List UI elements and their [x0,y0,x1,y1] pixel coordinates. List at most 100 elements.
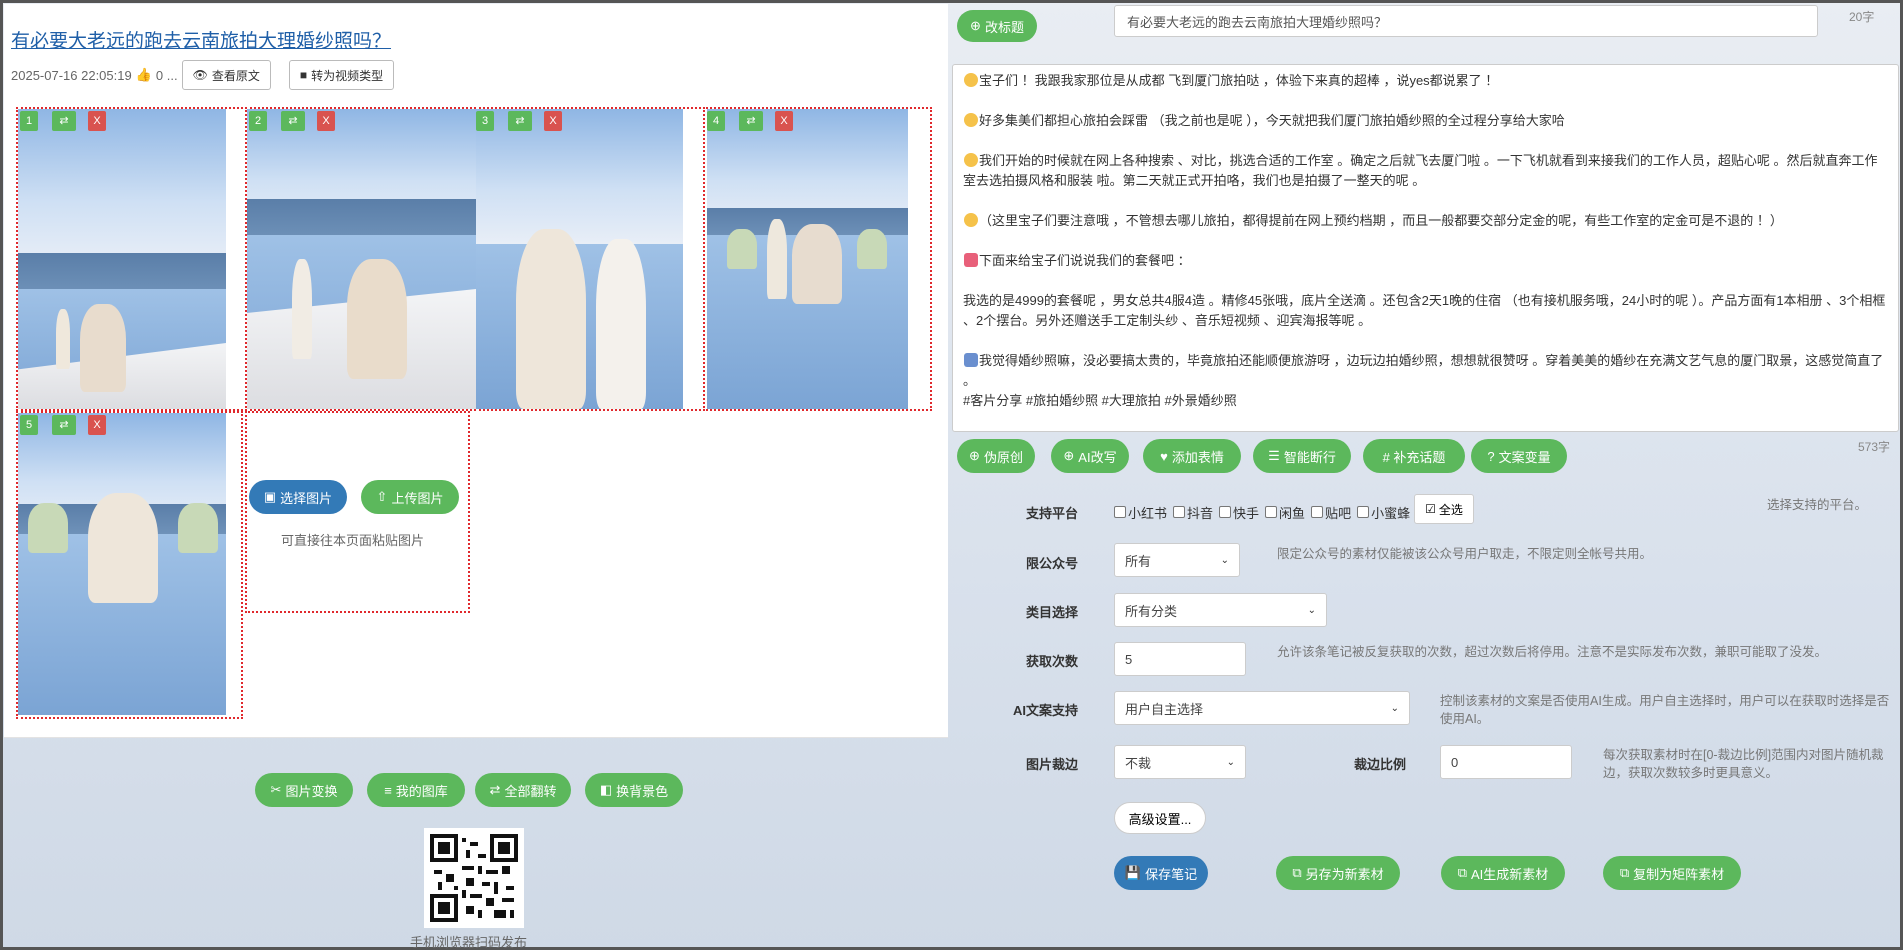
image-slot-3: 3 ⇄ X [474,107,705,411]
select-all-button[interactable]: ☑ 全选 [1414,494,1474,524]
list-icon: ☰ [1268,448,1280,463]
smart-linebreak-button[interactable]: ☰ 智能断行 [1253,439,1351,473]
content-paragraph: 我们开始的时候就在网上各种搜索 、对比，挑选合适的工作室 。确定之后就飞去厦门啦… [963,153,1878,188]
view-original-button[interactable]: 👁 查看原文 [181,60,271,90]
save-note-button[interactable]: 💾 保存笔记 [1114,856,1208,890]
my-gallery-button[interactable]: ≡ 我的图库 [367,773,465,807]
swap-image-button[interactable]: ⇄ [508,111,532,131]
note-title-link[interactable]: 有必要大老远的跑去云南旅拍大理婚纱照吗？ [11,26,391,53]
database-icon: ≡ [384,782,392,798]
category-label: 类目选择 [1026,605,1079,620]
image-slot-5: 5 ⇄ X [16,411,243,719]
crop-select[interactable]: 不裁 ⌄ [1114,745,1246,779]
image-number-badge: 2 [249,111,267,131]
wedding-photo-4 [707,109,908,409]
rename-title-button[interactable]: ⊕ 改标题 [957,10,1037,42]
content-textarea[interactable]: 宝子们 ！我跟我家那位是从成都 飞到厦门旅拍哒 ，体验下来真的超棒 ，说yes都… [952,64,1899,432]
swap-icon: ⇄ [489,782,501,797]
platform-description: 选择支持的平台。 [1767,498,1868,512]
crop-ratio-label: 裁边比例 [1354,757,1407,772]
delete-image-button[interactable]: X [775,111,793,131]
ai-generate-new-button[interactable]: ⧉ AI生成新素材 [1441,856,1565,890]
ai-copy-description: 控制该素材的文案是否使用AI生成。用户自主选择时，用户可以在获取时选择是否使用A… [1440,694,1890,726]
emoji-icon [964,253,978,267]
checkbox-icon: ☑ [1425,502,1436,516]
heart-icon: ♥ [1160,448,1168,464]
pseudo-original-button[interactable]: ⊕ 伪原创 [957,439,1035,473]
chevron-down-icon: ⌄ [1220,554,1229,566]
change-background-button[interactable]: ◧ 换背景色 [585,773,683,807]
image-number-badge: 5 [20,415,38,435]
content-paragraph: 我选的是4999的套餐呢 ，男女总共4服4造 。精修45张哦，底片全送滴 。还包… [963,293,1886,328]
fetch-count-input[interactable]: 5 [1114,642,1246,676]
delete-image-button[interactable]: X [88,415,106,435]
emoji-icon [964,213,978,227]
swap-image-button[interactable]: ⇄ [739,111,763,131]
image-transform-button[interactable]: ✂ 图片变换 [255,773,353,807]
flip-all-button[interactable]: ⇄ 全部翻转 [475,773,571,807]
save-as-new-button[interactable]: ⧉ 另存为新素材 [1276,856,1400,890]
emoji-icon [964,73,978,87]
delete-image-button[interactable]: X [317,111,335,131]
copy-icon: ⧉ [1457,865,1467,880]
question-icon: ? [1487,448,1495,464]
content-paragraph: （这里宝子们要注意哦 ，不管想去哪儿旅拍，都得提前在网上预约档期 ，而且一般都要… [963,211,1888,231]
thumbs-up-icon: 👍 [135,67,152,82]
image-slot-2: 2 ⇄ X [245,107,476,411]
fetch-count-label: 获取次数 [1026,654,1079,669]
save-icon: 💾 [1124,865,1142,880]
copy-icon: ⧉ [1619,865,1630,880]
platform-checkbox[interactable]: 小蜜蜂 [1357,503,1410,522]
category-select[interactable]: 所有分类 ⌄ [1114,593,1327,627]
ai-copy-label: AI文案支持 [1013,703,1079,718]
copy-as-matrix-button[interactable]: ⧉ 复制为矩阵素材 [1603,856,1741,890]
title-input[interactable] [1114,5,1818,37]
platform-checkbox[interactable]: 贴吧 [1311,503,1351,522]
paste-hint: 可直接往本页面粘贴图片 [281,533,425,548]
video-icon: ■ [299,68,308,82]
plus-circle-icon: ⊕ [970,18,981,33]
note-meta-row: 2025-07-16 22:05:19 👍 0 ... 👁 查看原文 ■ 转为视… [11,60,395,90]
delete-image-button[interactable]: X [544,111,562,131]
account-description: 限定公众号的素材仅能被该公众号用户取走，不限定则全帐号共用。 [1277,547,1653,561]
palette-icon: ◧ [599,782,613,797]
image-slot-1: 1 ⇄ X [16,107,243,411]
copy-variables-button[interactable]: ? 文案变量 [1471,439,1567,473]
ai-rewrite-button[interactable]: ⊕ AI改写 [1051,439,1129,473]
platform-checkbox[interactable]: 闲鱼 [1265,503,1305,522]
content-paragraph: 宝子们 ！我跟我家那位是从成都 飞到厦门旅拍哒 ，体验下来真的超棒 ，说yes都… [963,71,1888,91]
add-emoji-button[interactable]: ♥ 添加表情 [1143,439,1241,473]
image-icon: ▣ [263,489,277,504]
to-video-button[interactable]: ■ 转为视频类型 [288,60,395,90]
swap-image-button[interactable]: ⇄ [281,111,305,131]
qr-code [424,828,524,928]
up-circle-icon: ⊕ [1063,448,1075,463]
advanced-settings-button[interactable]: 高级设置... [1114,802,1206,834]
upload-image-button[interactable]: ⇧ 上传图片 [361,480,459,514]
add-topic-button[interactable]: # 补充话题 [1363,439,1465,473]
note-datetime: 2025-07-16 22:05:19 [11,67,132,83]
crop-ratio-input[interactable]: 0 [1440,745,1572,779]
emoji-icon [964,153,978,167]
chevron-down-icon: ⌄ [1307,604,1316,616]
qr-caption: 手机浏览器扫码发布 [410,935,528,950]
swap-image-button[interactable]: ⇄ [52,415,76,435]
crop-label: 图片裁边 [1026,757,1079,772]
platform-checkbox[interactable]: 小红书 [1114,503,1167,522]
platform-checkbox[interactable]: 快手 [1219,503,1259,522]
ai-copy-select[interactable]: 用户自主选择 ⌄ [1114,691,1410,725]
account-select[interactable]: 所有 ⌄ [1114,543,1240,577]
chevron-down-icon: ⌄ [1390,702,1399,714]
swap-image-button[interactable]: ⇄ [52,111,76,131]
delete-image-button[interactable]: X [88,111,106,131]
select-image-button[interactable]: ▣ 选择图片 [249,480,347,514]
eye-icon: 👁 [192,68,208,82]
content-paragraph: 下面来给宝子们说说我们的套餐吧 ： [963,251,1888,271]
scissors-icon: ✂ [270,782,282,797]
platform-checkbox[interactable]: 抖音 [1173,503,1213,522]
wedding-photo-2 [247,109,476,409]
content-char-count: 573字 [1858,440,1891,454]
chevron-down-icon: ⌄ [1226,756,1235,768]
wedding-photo-1 [18,109,226,409]
upload-icon: ⇧ [376,489,388,504]
